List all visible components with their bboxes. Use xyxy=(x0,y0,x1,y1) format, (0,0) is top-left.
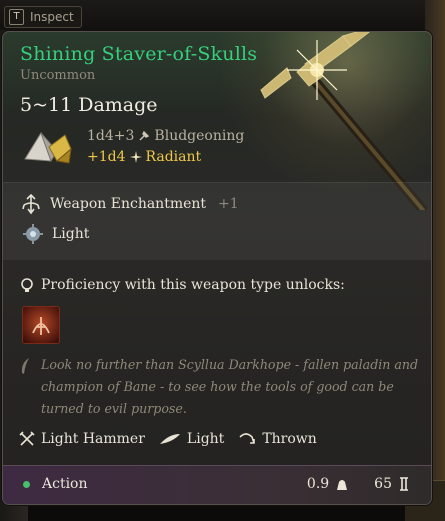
item-tooltip: Shining Staver-of-Skulls Uncommon 5~11 D… xyxy=(2,31,432,505)
weapon-enchantment-row[interactable]: Weapon Enchantment +1 xyxy=(20,193,239,215)
proficiency-action-tile[interactable] xyxy=(22,306,60,344)
enchantment-section: Weapon Enchantment +1 Light xyxy=(3,182,431,260)
action-label: Action xyxy=(42,476,88,492)
damage-type-radiant: Radiant xyxy=(145,149,202,165)
item-name: Shining Staver-of-Skulls xyxy=(20,43,258,65)
damage-roll-bludgeoning: 1d4+3 Bludgeoning xyxy=(87,128,244,144)
weapon-properties: Light Hammer Light Thrown xyxy=(19,431,317,447)
lore-quill-icon xyxy=(21,358,29,374)
property-light-hammer-label: Light Hammer xyxy=(41,431,145,447)
gold-coin-icon xyxy=(400,477,408,491)
proficiency-header: Proficiency with this weapon type unlock… xyxy=(20,277,345,293)
light-property-row[interactable]: Light xyxy=(22,223,89,245)
damage-dice-icon xyxy=(24,131,72,164)
weapon-action-icon xyxy=(32,317,50,335)
proficiency-label: Proficiency with this weapon type unlock… xyxy=(41,277,345,293)
gold-value: 65 xyxy=(374,476,392,492)
property-light[interactable]: Light xyxy=(159,431,224,447)
item-damage: 5~11 Damage xyxy=(20,94,158,116)
item-rarity: Uncommon xyxy=(20,68,96,83)
damage-roll-radiant: +1d4 Radiant xyxy=(87,149,201,165)
light-property-label: Light xyxy=(52,226,90,242)
crossed-hammers-icon xyxy=(19,431,35,446)
feather-icon xyxy=(159,434,180,444)
property-thrown[interactable]: Thrown xyxy=(238,431,317,447)
thrown-arc-icon xyxy=(239,433,256,444)
inspect-label: Inspect xyxy=(30,10,74,24)
damage-dice-bludgeoning: 1d4+3 xyxy=(87,128,135,144)
item-lore: Look no further than Scyllua Darkhope - … xyxy=(41,357,419,416)
weight-icon xyxy=(337,480,348,490)
action-cost: Action xyxy=(23,476,88,492)
item-stats: 0.9 65 xyxy=(307,476,409,492)
weapon-enchantment-value: +1 xyxy=(218,196,239,212)
property-light-hammer[interactable]: Light Hammer xyxy=(19,431,145,447)
property-thrown-label: Thrown xyxy=(262,431,317,447)
inspect-button[interactable]: T Inspect xyxy=(4,6,82,28)
weapon-enchantment-icon xyxy=(22,193,40,215)
radiant-sparkle-icon xyxy=(129,151,142,163)
weapon-enchantment-label: Weapon Enchantment xyxy=(50,196,207,212)
damage-type-bludgeoning: Bludgeoning xyxy=(154,128,245,144)
inspect-keybind: T xyxy=(9,9,24,25)
tooltip-footer: Action 0.9 65 xyxy=(3,465,431,504)
proficiency-icon xyxy=(21,278,33,292)
hammer-icon xyxy=(139,130,150,141)
action-dot-icon xyxy=(23,480,30,488)
damage-dice-radiant: +1d4 xyxy=(87,149,126,165)
property-light-label: Light xyxy=(186,431,225,447)
light-orb-icon xyxy=(23,224,43,244)
weight-value: 0.9 xyxy=(306,476,330,492)
